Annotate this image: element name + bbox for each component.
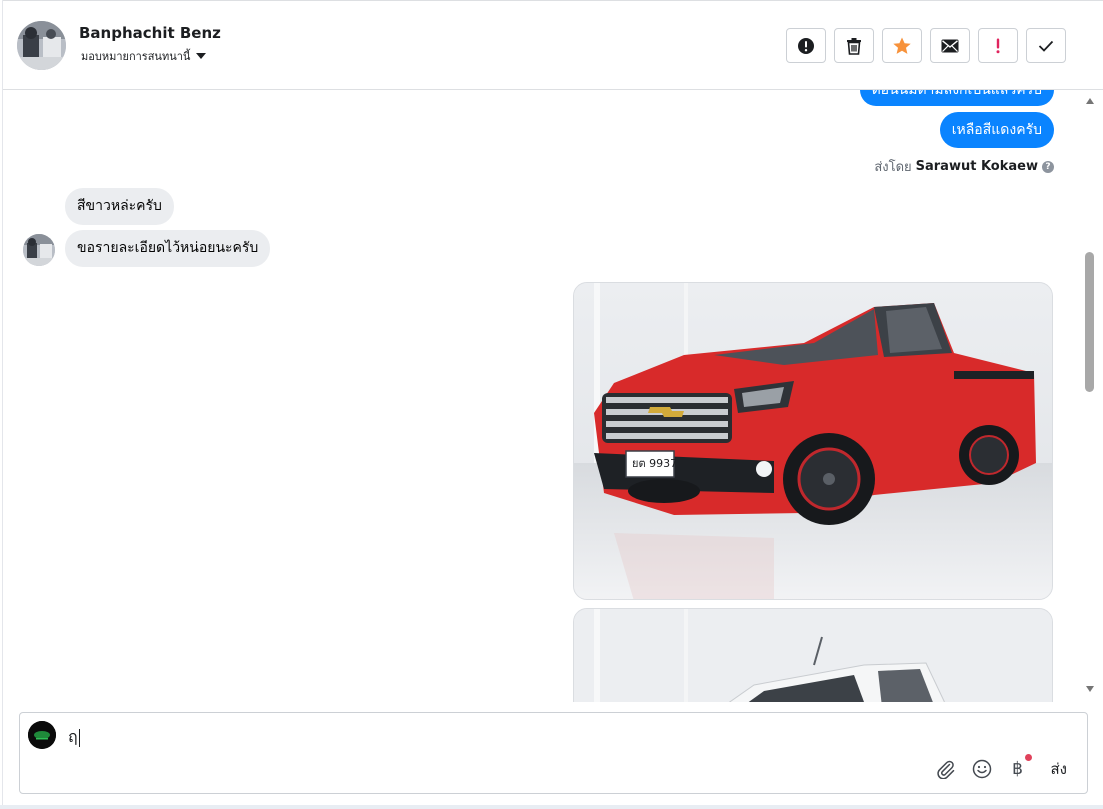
scroll-up-arrow-icon[interactable] (1086, 98, 1094, 104)
inbox-conversation-panel: Banphachit Benz มอบหมายการสนทนานี้ ตอนนี… (2, 0, 1103, 809)
star-icon (893, 37, 911, 54)
baht-icon: ฿ (1012, 759, 1023, 779)
outgoing-message[interactable]: ตอนนี้มีตามลิงก์เป็นแล้วครับ (859, 90, 1054, 106)
message-input[interactable]: ฤ (68, 725, 80, 750)
envelope-icon (941, 39, 959, 52)
trash-icon (847, 37, 861, 55)
contact-name[interactable]: Banphachit Benz (79, 24, 221, 42)
exclamation-circle-icon (798, 37, 814, 54)
sent-by-caption: ส่งโดย Sarawut Kokaew ? (874, 156, 1054, 177)
payment-button[interactable]: ฿ (1007, 754, 1032, 780)
smiley-icon (972, 759, 991, 779)
check-icon (1038, 40, 1054, 52)
delete-button[interactable] (834, 28, 874, 63)
outgoing-message[interactable]: เหลือสีแดงครับ (939, 112, 1054, 148)
assign-label: มอบหมายการสนทนานี้ (81, 50, 191, 63)
conversation-header: Banphachit Benz มอบหมายการสนทนานี้ (3, 0, 1103, 90)
thread-scrollbar[interactable] (1083, 90, 1097, 702)
page-avatar (28, 721, 56, 749)
incoming-message[interactable]: ขอรายละเอียดไว้หน่อยนะครับ (65, 230, 271, 267)
conversation-actions (786, 28, 1066, 63)
text-cursor (78, 728, 80, 747)
contact-avatar-small (23, 234, 55, 266)
important-button[interactable] (978, 28, 1018, 63)
incoming-message[interactable]: สีขาวหล่ะครับ (65, 188, 174, 225)
panel-bottom-border (0, 805, 1103, 809)
attachment-button[interactable] (935, 758, 957, 780)
scrollbar-thumb[interactable] (1085, 252, 1094, 392)
spam-button[interactable] (786, 28, 826, 63)
send-button[interactable]: ส่ง (1051, 757, 1067, 781)
exclamation-icon (996, 38, 1000, 53)
sent-by-name: Sarawut Kokaew (915, 159, 1038, 174)
paperclip-icon (936, 760, 954, 779)
star-button[interactable] (882, 28, 922, 63)
car-image-red[interactable]: ยต 9937 (573, 282, 1053, 600)
assign-conversation-dropdown[interactable]: มอบหมายการสนทนานี้ (81, 47, 207, 65)
emoji-button[interactable] (971, 758, 993, 780)
composer-tools: ฿ ส่ง (935, 754, 1067, 781)
sent-by-prefix: ส่งโดย (874, 160, 912, 175)
draft-text: ฤ (68, 727, 78, 746)
car-image-white[interactable] (573, 608, 1053, 702)
mark-unread-button[interactable] (930, 28, 970, 63)
scroll-down-arrow-icon[interactable] (1086, 686, 1094, 692)
help-icon[interactable]: ? (1042, 160, 1054, 173)
contact-avatar[interactable] (17, 21, 66, 70)
notification-dot (1024, 754, 1032, 761)
message-composer[interactable]: ฤ ฿ ส่ง (19, 712, 1088, 794)
svg-text:ยต 9937: ยต 9937 (632, 457, 677, 470)
caret-down-icon (196, 53, 207, 59)
message-thread: ตอนนี้มีตามลิงก์เป็นแล้วครับ เหลือสีแดงค… (3, 90, 1103, 702)
mark-done-button[interactable] (1026, 28, 1066, 63)
